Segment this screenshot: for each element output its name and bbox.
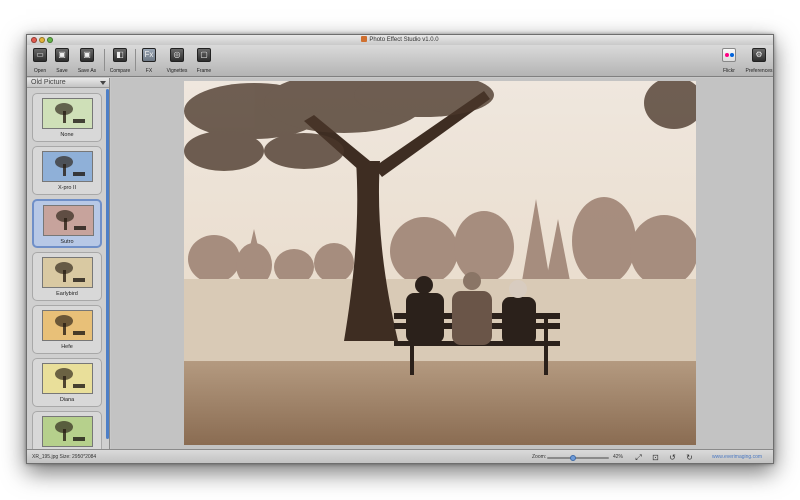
preview-bench [73, 119, 85, 123]
preview-bench [74, 226, 86, 230]
preview-trunk [63, 111, 66, 123]
preview-trunk [63, 429, 66, 441]
photo-preview[interactable] [184, 81, 696, 445]
fx-button[interactable]: Fx FX [141, 48, 157, 74]
flickr-button[interactable]: Flickr [721, 48, 737, 74]
effect-label: Diana [59, 397, 75, 403]
actual-size-icon[interactable]: ⊡ [651, 453, 660, 462]
save-as-button[interactable]: ▣ Save As [75, 48, 99, 74]
effect-label: Sutro [60, 239, 74, 245]
preferences-label: Preferences [745, 68, 773, 74]
category-dropdown[interactable]: Old Picture [27, 78, 109, 88]
toolbar: ▭ Open ▣ Save ▣ Save As ◧ Compare Fx FX … [27, 45, 773, 77]
minimize-window-button[interactable] [39, 37, 45, 43]
status-bar: XR_195.jpg Size: 2950*2084 Zoom: 42% ⤢ ⊡… [27, 449, 773, 463]
preview-bench [73, 172, 85, 176]
app-window: Photo Effect Studio v1.0.0 ▭ Open ▣ Save… [26, 34, 774, 464]
effect-thumbnail[interactable] [32, 411, 102, 449]
category-label: Old Picture [31, 79, 66, 86]
preferences-button[interactable]: ⚙ Preferences [745, 48, 773, 74]
photo-image [184, 81, 696, 445]
save-icon: ▣ [55, 48, 69, 62]
flickr-label: Flickr [723, 68, 735, 74]
toolbar-divider [104, 49, 105, 71]
preview-trunk [63, 323, 66, 335]
preview-bench [73, 331, 85, 335]
vignettes-button[interactable]: ◎ Vignettes [165, 48, 189, 74]
save-as-icon: ▣ [80, 48, 94, 62]
fx-icon: Fx [142, 48, 156, 62]
effect-thumbnail[interactable]: None [32, 93, 102, 142]
title-bar: Photo Effect Studio v1.0.0 [27, 35, 773, 45]
effect-preview-image [42, 363, 93, 394]
canvas-area [111, 78, 773, 449]
rotate-right-icon[interactable]: ↻ [685, 453, 694, 462]
vignettes-label: Vignettes [166, 68, 188, 74]
zoom-label: Zoom: [532, 454, 547, 460]
effect-thumbnail[interactable]: Earlybird [32, 252, 102, 301]
open-label: Open [33, 68, 47, 74]
flickr-pink-dot [725, 53, 729, 57]
window-title: Photo Effect Studio v1.0.0 [369, 37, 439, 43]
open-button[interactable]: ▭ Open [31, 48, 49, 74]
fit-icon[interactable]: ⤢ [634, 453, 643, 462]
file-info: XR_195.jpg Size: 2950*2084 [32, 454, 97, 460]
preview-bench [73, 278, 85, 282]
effect-label: X-pro II [57, 185, 77, 191]
preview-trunk [64, 218, 67, 230]
effect-label: Earlybird [56, 291, 78, 297]
gear-icon: ⚙ [752, 48, 766, 62]
save-button[interactable]: ▣ Save [53, 48, 71, 74]
fx-label: FX [145, 68, 153, 74]
preview-trunk [63, 376, 66, 388]
preview-trunk [63, 270, 66, 282]
save-label: Save [56, 68, 68, 74]
effect-preview-image [42, 416, 93, 447]
close-window-button[interactable] [31, 37, 37, 43]
compare-label: Compare [109, 68, 131, 74]
effect-preview-image [42, 257, 93, 288]
website-link[interactable]: www.everimaging.com [712, 450, 762, 463]
compare-icon: ◧ [113, 48, 127, 62]
open-icon: ▭ [33, 48, 47, 62]
save-as-label: Save As [77, 68, 97, 74]
rotate-left-icon[interactable]: ↺ [668, 453, 677, 462]
zoom-value: 42% [613, 454, 624, 460]
flickr-icon [722, 48, 736, 62]
preview-bench [73, 437, 85, 441]
effect-preview-image [42, 98, 93, 129]
effect-thumbnail[interactable]: Diana [32, 358, 102, 407]
sidebar-scrollbar[interactable] [106, 89, 109, 439]
effect-label: None [60, 132, 74, 138]
effect-preview-image [42, 310, 93, 341]
preview-trunk [63, 164, 66, 176]
zoom-slider-knob[interactable] [570, 455, 577, 461]
preview-bench [73, 384, 85, 388]
toolbar-divider [135, 49, 136, 71]
zoom-slider[interactable] [547, 455, 609, 461]
effect-label: Hefe [61, 344, 73, 350]
frame-label: Frame [196, 68, 212, 74]
compare-button[interactable]: ◧ Compare [109, 48, 131, 74]
effect-thumbnail[interactable]: Hefe [32, 305, 102, 354]
zoom-window-button[interactable] [47, 37, 53, 43]
chevron-down-icon [100, 81, 106, 85]
frame-button[interactable]: ▢ Frame [195, 48, 213, 74]
effect-thumbnail[interactable]: X-pro II [32, 146, 102, 195]
app-icon [361, 36, 368, 42]
effects-sidebar: Old Picture None X-pro II Sutro Earlybird He… [27, 78, 110, 449]
effect-preview-image [42, 151, 93, 182]
frame-icon: ▢ [197, 48, 211, 62]
vignettes-icon: ◎ [170, 48, 184, 62]
effect-preview-image [43, 205, 94, 236]
effect-thumbnail[interactable]: Sutro [32, 199, 102, 248]
flickr-blue-dot [730, 53, 734, 57]
